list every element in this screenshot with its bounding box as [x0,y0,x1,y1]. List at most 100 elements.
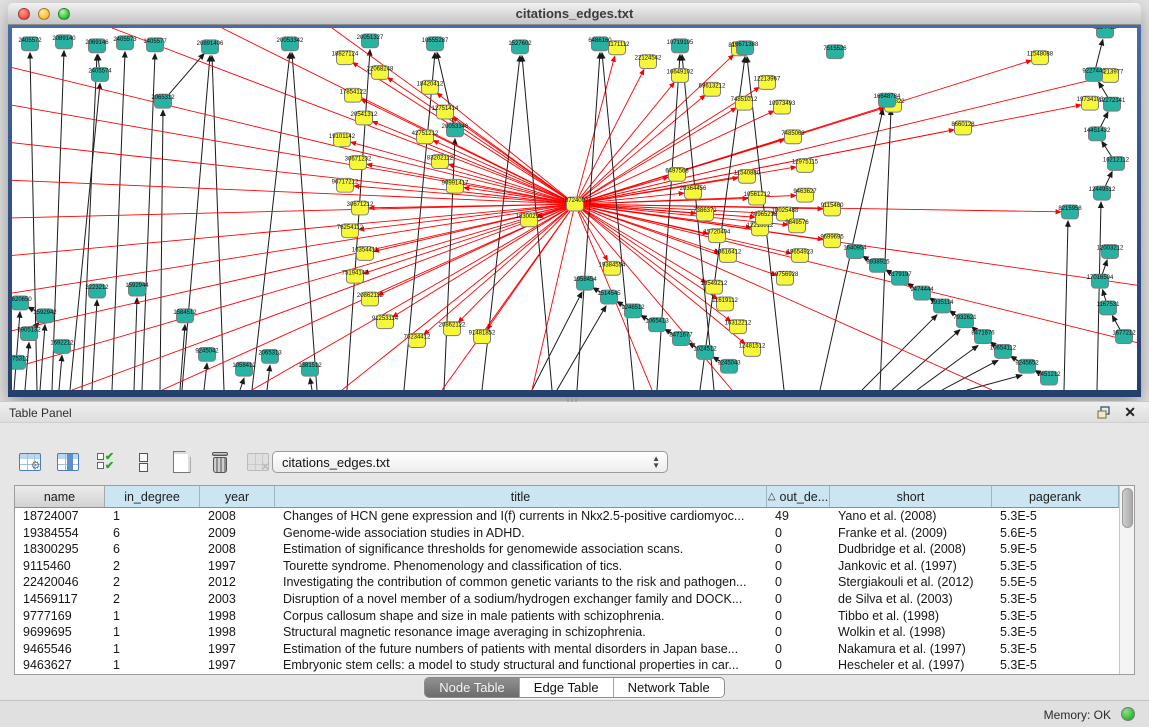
table-cell: 2008 [200,541,275,558]
graph-node-label: 5905132 [17,328,41,334]
graph-node-label: 20364456 [680,186,707,192]
graph-node-label: 1405577 [143,39,167,45]
close-panel-icon[interactable]: ✕ [1124,404,1136,421]
graph-node-label: 19384554 [599,262,626,268]
table-row[interactable]: 1456911722003Disruption of a novel membe… [15,591,1119,608]
graph-node-label: 83202112 [427,156,454,162]
table-row[interactable]: 2242004622012Investigating the contribut… [15,574,1119,591]
scrollbar-thumb[interactable] [1122,488,1133,528]
column-header-short[interactable]: short [830,486,992,507]
clear-selection-button[interactable] [130,449,157,476]
graph-node-label: 12481512 [739,343,766,349]
graph-node-label: 18300295 [516,214,543,220]
column-header-year[interactable]: year [200,486,275,507]
table-cell: 2012 [200,574,275,591]
network-svg[interactable]: 1872400718827124220682481785412220541312… [12,28,1137,390]
graph-node-label: 18724007 [562,198,589,204]
column-header-name[interactable]: name [15,486,105,507]
graph-node-label: 1381512 [298,363,322,369]
table-settings-button[interactable]: ⚙ [16,449,43,476]
table-row[interactable]: 911546021997Tourette syndrome. Phenomeno… [15,558,1119,575]
graph-node-label: 1592942 [33,310,57,316]
column-highlight-icon [67,454,73,470]
gear-icon: ⚙ [31,459,41,471]
table-row[interactable]: 977716911998Corpus callosum shape and si… [15,608,1119,625]
table-cell: 0 [767,641,830,658]
table-cell: Dudbridge et al. (2008) [830,541,992,558]
status-bar: Memory: OK [0,700,1149,727]
table-cell: 2003 [200,591,275,608]
table-toolbar: ⚙ ✔✔ ✕ f(x) [16,447,309,477]
table-cell: Changes of HCN gene expression and I(f) … [275,508,767,525]
graph-node-label: 9245043 [717,360,741,366]
table-row[interactable]: 969969511998Structural magnetic resonanc… [15,624,1119,641]
table-cell: 18724007 [15,508,105,525]
tab-node-table[interactable]: Node Table [425,678,519,697]
table-cell: 0 [767,591,830,608]
table-row[interactable]: 946362711997Embryonic stem cells: a mode… [15,657,1119,674]
column-header-label: year [225,490,249,504]
show-columns-button[interactable] [54,449,81,476]
column-header-out_de[interactable]: △out_de... [767,486,830,507]
select-all-button[interactable]: ✔✔ [92,449,119,476]
table-cell: Genome-wide association studies in ADHD. [275,525,767,542]
table-cell: Structural magnetic resonance image aver… [275,624,767,641]
graph-node-label: 9245652 [1015,360,1039,366]
graph-node-label: 12272141 [1099,98,1126,104]
memory-status-indicator[interactable] [1121,707,1135,721]
table-cell: Estimation of significance thresholds fo… [275,541,767,558]
table-cell: Tourette syndrome. Phenomenology and cla… [275,558,767,575]
table-cell: 1 [105,624,200,641]
table-select-dropdown[interactable]: citations_edges.txt ▲▼ [272,451,668,473]
network-canvas[interactable]: 1872400718827124220682481785412220541312… [12,28,1137,390]
graph-node-label: 42751212 [412,131,439,137]
table-row[interactable]: 1872400712008Changes of HCN gene express… [15,508,1119,525]
table-cell: 2009 [200,525,275,542]
graph-node-label: 2069146 [85,40,109,46]
table-row[interactable]: 946554611997Estimation of the future num… [15,641,1119,658]
graph-node-label: 80965212 [751,212,778,218]
table-cell: 0 [767,624,830,641]
graph-node-label: 91481852 [469,331,496,337]
graph-node-label: 20862112 [357,293,384,299]
table-cell: Estimation of the future numbers of pati… [275,641,767,658]
table-cell: Embryonic stem cells: a model to study s… [275,657,767,674]
table-cell: Investigating the contribution of common… [275,574,767,591]
table-cell: 1 [105,641,200,658]
tab-edge-table[interactable]: Edge Table [519,678,613,697]
table-header-row: namein_degree year title△out_de...shortpag… [15,486,1119,508]
table-cell: Jankovic et al. (1997) [830,558,992,575]
new-column-button[interactable] [168,449,195,476]
graph-node-label: 6497568 [665,168,689,174]
column-header-in_degree[interactable]: in_degree [105,486,200,507]
table-cell: 1997 [200,657,275,674]
table-cell: 1 [105,508,200,525]
graph-node-label: 9474444 [910,287,934,293]
delete-column-button[interactable] [206,449,233,476]
delete-table-button[interactable]: ✕ [244,449,271,476]
graph-node-label: 12213967 [754,76,781,82]
table-cell: 9777169 [15,608,105,625]
graph-node-label: 2223212 [85,285,109,291]
graph-node-label: 8471677 [669,333,693,339]
graph-node-label: 16354411 [352,248,379,254]
float-panel-icon[interactable] [1097,406,1111,419]
window-titlebar[interactable]: citations_edges.txt [8,3,1141,25]
table-row[interactable]: 1830029562008Estimation of significance … [15,541,1119,558]
graph-node-label: 1527602 [508,41,532,47]
table-row[interactable]: 1938455462009Genome-wide association stu… [15,525,1119,542]
column-header-title[interactable]: title [275,486,767,507]
graph-node-label: 20541312 [351,112,378,118]
graph-node-label: 2620650 [12,297,32,303]
table-scrollbar[interactable] [1119,486,1134,674]
table-cell: 5.3E-5 [992,624,1119,641]
tab-network-table[interactable]: Network Table [613,678,724,697]
graph-node-label: 9849576 [785,220,809,226]
graph-node-label: 18420412 [417,81,444,87]
column-header-pagerank[interactable]: pagerank [992,486,1119,507]
graph-node-label: 7515526 [823,46,847,52]
checkmarks-icon: ✔✔ [97,453,114,471]
graph-node-label: 2935114 [931,300,955,306]
empty-boxes-icon [139,452,148,473]
table-cell: 1 [105,657,200,674]
